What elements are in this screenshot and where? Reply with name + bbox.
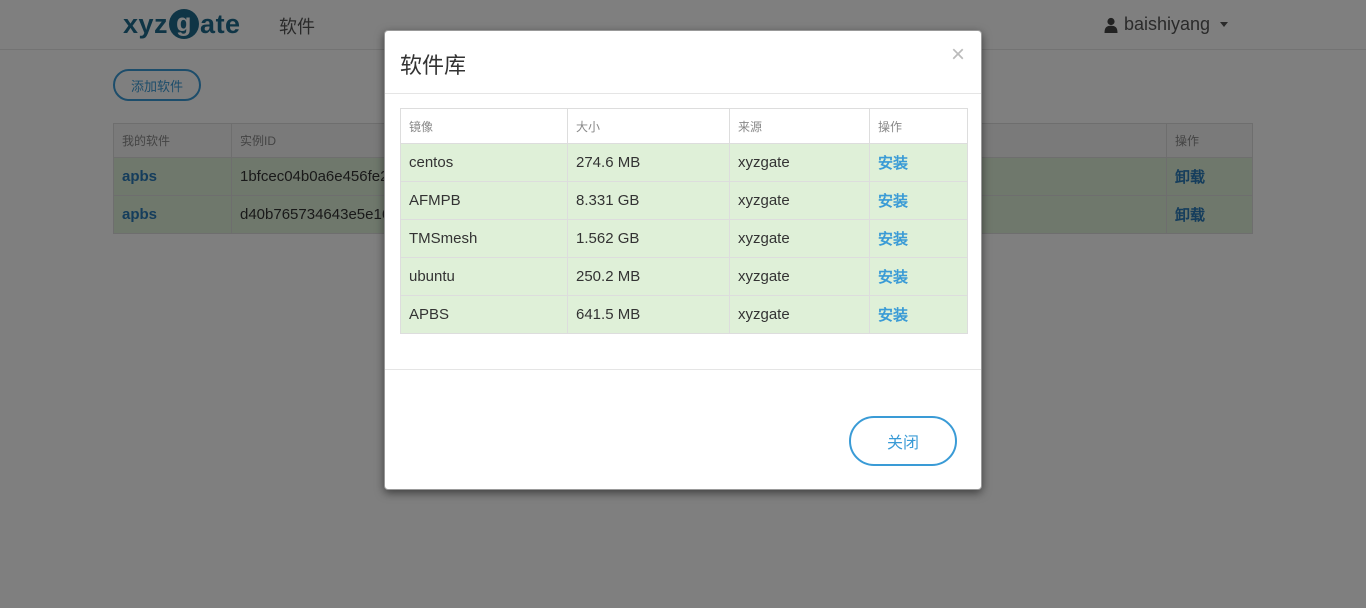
install-link[interactable]: 安装 [869, 181, 968, 220]
image-size-cell: 250.2 MB [567, 257, 730, 296]
table-row: centos 274.6 MB xyzgate 安装 [400, 143, 968, 182]
install-link[interactable]: 安装 [869, 219, 968, 258]
header-size: 大小 [567, 108, 730, 144]
image-source-cell: xyzgate [729, 219, 870, 258]
image-size-cell: 1.562 GB [567, 219, 730, 258]
table-row: ubuntu 250.2 MB xyzgate 安装 [400, 257, 968, 296]
image-size-cell: 274.6 MB [567, 143, 730, 182]
install-link[interactable]: 安装 [869, 295, 968, 334]
image-name-cell: AFMPB [400, 181, 568, 220]
image-source-cell: xyzgate [729, 181, 870, 220]
image-source-cell: xyzgate [729, 295, 870, 334]
modal-body: 镜像 大小 来源 操作 centos 274.6 MB xyzgate 安装 A… [400, 108, 968, 334]
table-header-row: 镜像 大小 来源 操作 [400, 108, 968, 144]
table-row: AFMPB 8.331 GB xyzgate 安装 [400, 181, 968, 220]
modal-title: 软件库 [400, 53, 467, 78]
header-action: 操作 [869, 108, 968, 144]
modal-header: 软件库 × [385, 31, 981, 94]
image-source-cell: xyzgate [729, 257, 870, 296]
table-row: APBS 641.5 MB xyzgate 安装 [400, 295, 968, 334]
software-repo-table: 镜像 大小 来源 操作 centos 274.6 MB xyzgate 安装 A… [400, 108, 968, 334]
image-name-cell: APBS [400, 295, 568, 334]
table-row: TMSmesh 1.562 GB xyzgate 安装 [400, 219, 968, 258]
close-button[interactable]: 关闭 [849, 416, 957, 466]
install-link[interactable]: 安装 [869, 257, 968, 296]
image-size-cell: 641.5 MB [567, 295, 730, 334]
header-image: 镜像 [400, 108, 568, 144]
software-library-modal: 软件库 × 镜像 大小 来源 操作 centos 274.6 MB xyzgat… [384, 30, 982, 490]
header-source: 来源 [729, 108, 870, 144]
install-link[interactable]: 安装 [869, 143, 968, 182]
image-size-cell: 8.331 GB [567, 181, 730, 220]
image-name-cell: centos [400, 143, 568, 182]
modal-footer: 关闭 [385, 369, 981, 490]
image-source-cell: xyzgate [729, 143, 870, 182]
image-name-cell: TMSmesh [400, 219, 568, 258]
image-name-cell: ubuntu [400, 257, 568, 296]
close-icon[interactable]: × [951, 43, 965, 67]
